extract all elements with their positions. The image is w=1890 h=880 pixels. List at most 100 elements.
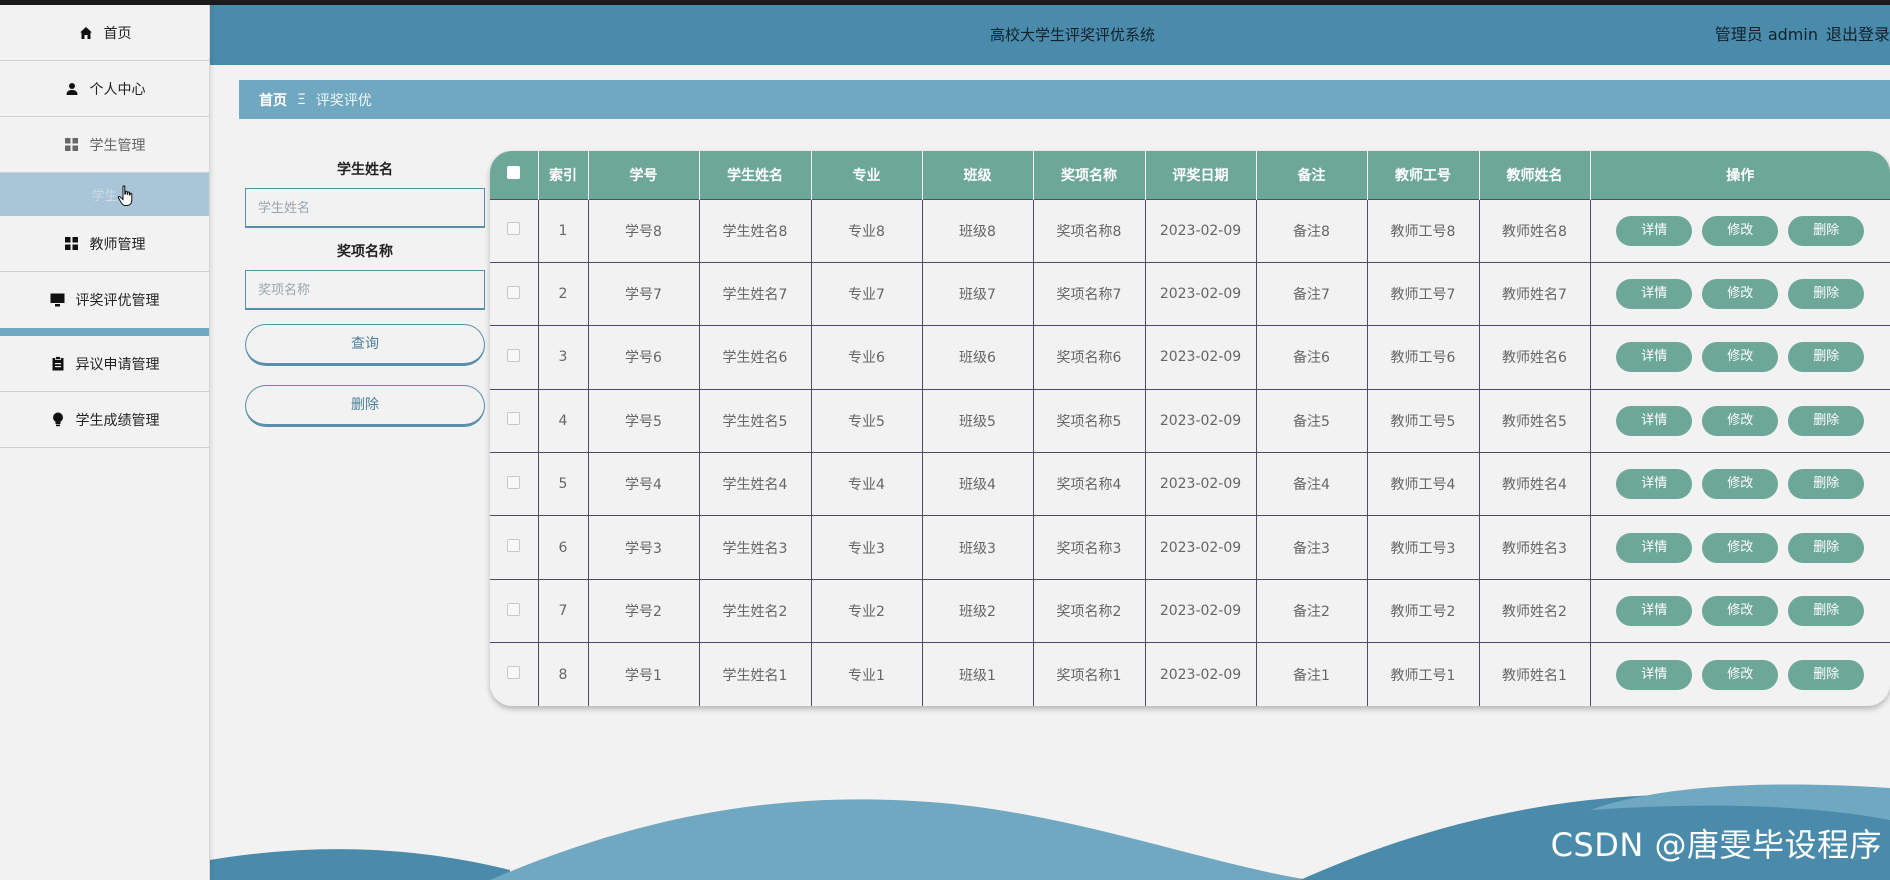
sidebar-item-student-management[interactable]: 学生管理 bbox=[0, 117, 209, 173]
row-select-cell[interactable] bbox=[490, 325, 539, 390]
cell-date: 2023-02-09 bbox=[1145, 389, 1257, 453]
logout-link[interactable]: 退出登录 bbox=[1826, 25, 1890, 44]
row-select-cell[interactable] bbox=[490, 579, 539, 643]
home-icon bbox=[78, 25, 94, 41]
row-checkbox[interactable] bbox=[507, 475, 521, 489]
bulb-icon bbox=[50, 412, 66, 428]
cell-index: 3 bbox=[538, 325, 589, 390]
cell-index: 1 bbox=[538, 199, 589, 263]
breadcrumb-home[interactable]: 首页 bbox=[259, 90, 287, 110]
user-area: 管理员 admin 退出登录 bbox=[1707, 5, 1890, 65]
sidebar-item-award-management[interactable]: 评奖评优管理 bbox=[0, 272, 209, 328]
edit-button[interactable]: 修改 bbox=[1702, 532, 1779, 563]
row-checkbox[interactable] bbox=[507, 412, 521, 426]
edit-button[interactable]: 修改 bbox=[1702, 596, 1779, 627]
row-checkbox[interactable] bbox=[507, 602, 521, 616]
sidebar-item-teacher-management[interactable]: 教师管理 bbox=[0, 216, 209, 272]
row-select-cell[interactable] bbox=[490, 452, 539, 516]
detail-button[interactable]: 详情 bbox=[1616, 596, 1693, 627]
table-row: 8 学号1 学生姓名1 专业1 班级1 奖项名称1 2023-02-09 备注1 教师工号1 教师… bbox=[490, 642, 1890, 706]
sidebar-item-grade-management[interactable]: 学生成绩管理 bbox=[0, 392, 209, 448]
row-actions: 详情 修改 删除 bbox=[1590, 199, 1890, 262]
row-checkbox[interactable] bbox=[507, 285, 521, 299]
cell-teacher-name: 教师姓名7 bbox=[1479, 262, 1591, 326]
delete-button[interactable]: 删除 bbox=[1788, 215, 1865, 246]
detail-button[interactable]: 详情 bbox=[1616, 532, 1693, 563]
edit-button[interactable]: 修改 bbox=[1702, 469, 1779, 500]
delete-button[interactable]: 删除 bbox=[1788, 342, 1865, 373]
cell-major: 专业2 bbox=[811, 579, 923, 643]
sidebar-item-home[interactable]: 首页 bbox=[0, 5, 209, 61]
cell-major: 专业8 bbox=[811, 199, 923, 263]
award-name-input[interactable] bbox=[245, 270, 485, 310]
delete-button[interactable]: 删除 bbox=[1788, 659, 1865, 690]
sidebar-subitem-student[interactable]: 学生 bbox=[0, 173, 209, 216]
delete-button[interactable]: 删除 bbox=[1788, 279, 1865, 310]
column-header: 学生姓名 bbox=[699, 151, 812, 199]
edit-button[interactable]: 修改 bbox=[1702, 659, 1779, 690]
column-header: 教师姓名 bbox=[1479, 151, 1591, 199]
cell-index: 6 bbox=[538, 515, 589, 580]
row-actions: 详情 修改 删除 bbox=[1590, 516, 1890, 579]
row-select-cell[interactable] bbox=[490, 642, 539, 706]
top-header: 高校大学生评奖评优系统 管理员 admin 退出登录 bbox=[210, 5, 1890, 65]
cell-class: 班级4 bbox=[922, 452, 1034, 516]
cell-student-name: 学生姓名7 bbox=[699, 262, 812, 326]
delete-button[interactable]: 删除 bbox=[1788, 469, 1865, 500]
cell-index: 2 bbox=[538, 262, 589, 326]
query-button[interactable]: 查询 bbox=[245, 324, 485, 366]
sidebar-item-appeal-management[interactable]: 异议申请管理 bbox=[0, 336, 209, 392]
cell-major: 专业6 bbox=[811, 325, 923, 390]
sidebar-item-profile[interactable]: 个人中心 bbox=[0, 61, 209, 117]
delete-button[interactable]: 删除 bbox=[1788, 532, 1865, 563]
delete-button[interactable]: 删除 bbox=[1788, 596, 1865, 627]
row-checkbox[interactable] bbox=[507, 539, 521, 553]
detail-button[interactable]: 详情 bbox=[1616, 405, 1693, 436]
breadcrumb: 首页 Ξ 评奖评优 bbox=[239, 80, 1890, 119]
clipboard-icon bbox=[50, 356, 66, 372]
data-table-container: 索引 学号 学生姓名 专业 班级 奖项名称 评奖日期 备注 教师工号 教师姓名 … bbox=[490, 151, 1890, 706]
row-select-cell[interactable] bbox=[490, 515, 539, 580]
select-all-cell[interactable] bbox=[490, 151, 539, 199]
sidebar-item-label: 首页 bbox=[103, 25, 132, 42]
grid-icon bbox=[64, 137, 80, 153]
detail-button[interactable]: 详情 bbox=[1616, 342, 1693, 373]
cell-date: 2023-02-09 bbox=[1145, 642, 1257, 706]
student-name-input[interactable] bbox=[245, 188, 485, 228]
row-checkbox[interactable] bbox=[507, 666, 521, 680]
detail-button[interactable]: 详情 bbox=[1616, 279, 1693, 310]
detail-button[interactable]: 详情 bbox=[1616, 469, 1693, 500]
table-header-row: 索引 学号 学生姓名 专业 班级 奖项名称 评奖日期 备注 教师工号 教师姓名 … bbox=[490, 151, 1890, 199]
cell-index: 4 bbox=[538, 389, 589, 453]
cell-class: 班级1 bbox=[922, 642, 1034, 706]
select-all-checkbox[interactable] bbox=[507, 166, 521, 180]
detail-button[interactable]: 详情 bbox=[1616, 215, 1693, 246]
delete-button[interactable]: 删除 bbox=[1788, 405, 1865, 436]
row-select-cell[interactable] bbox=[490, 389, 539, 453]
cell-student-no: 学号1 bbox=[588, 642, 700, 706]
cell-student-no: 学号6 bbox=[588, 325, 700, 390]
cell-note: 备注7 bbox=[1256, 262, 1368, 326]
row-checkbox[interactable] bbox=[507, 348, 521, 362]
breadcrumb-current: 评奖评优 bbox=[315, 92, 372, 109]
edit-button[interactable]: 修改 bbox=[1702, 342, 1779, 373]
row-select-cell[interactable] bbox=[490, 262, 539, 326]
batch-delete-button[interactable]: 删除 bbox=[245, 385, 485, 427]
cell-student-name: 学生姓名3 bbox=[699, 515, 812, 580]
cell-student-name: 学生姓名4 bbox=[699, 452, 812, 516]
edit-button[interactable]: 修改 bbox=[1702, 405, 1779, 436]
edit-button[interactable]: 修改 bbox=[1702, 279, 1779, 310]
cell-date: 2023-02-09 bbox=[1145, 325, 1257, 390]
cell-teacher-no: 教师工号4 bbox=[1367, 452, 1480, 516]
cell-major: 专业3 bbox=[811, 515, 923, 580]
row-actions: 详情 修改 删除 bbox=[1590, 453, 1890, 516]
cell-class: 班级2 bbox=[922, 579, 1034, 643]
row-select-cell[interactable] bbox=[490, 199, 539, 263]
row-checkbox[interactable] bbox=[507, 222, 521, 236]
edit-button[interactable]: 修改 bbox=[1702, 215, 1779, 246]
cell-note: 备注3 bbox=[1256, 515, 1368, 580]
cell-award: 奖项名称7 bbox=[1033, 262, 1146, 326]
detail-button[interactable]: 详情 bbox=[1616, 659, 1693, 690]
hand-cursor-icon bbox=[117, 185, 135, 211]
cell-award: 奖项名称5 bbox=[1033, 389, 1146, 453]
